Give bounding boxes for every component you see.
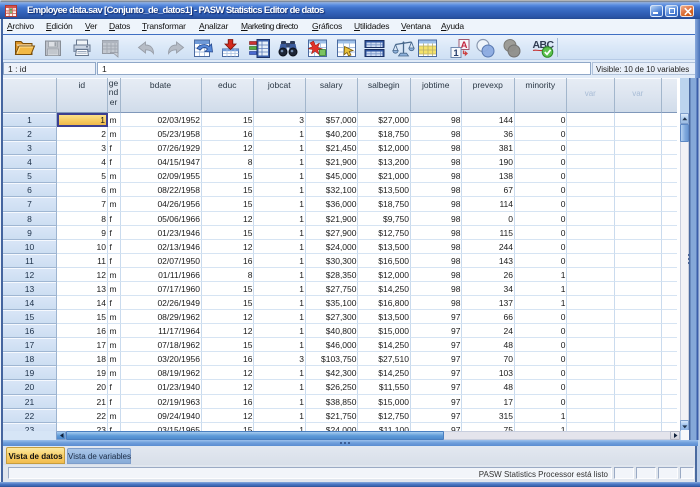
- svg-text:A: A: [461, 40, 468, 51]
- svg-text:1: 1: [453, 48, 459, 59]
